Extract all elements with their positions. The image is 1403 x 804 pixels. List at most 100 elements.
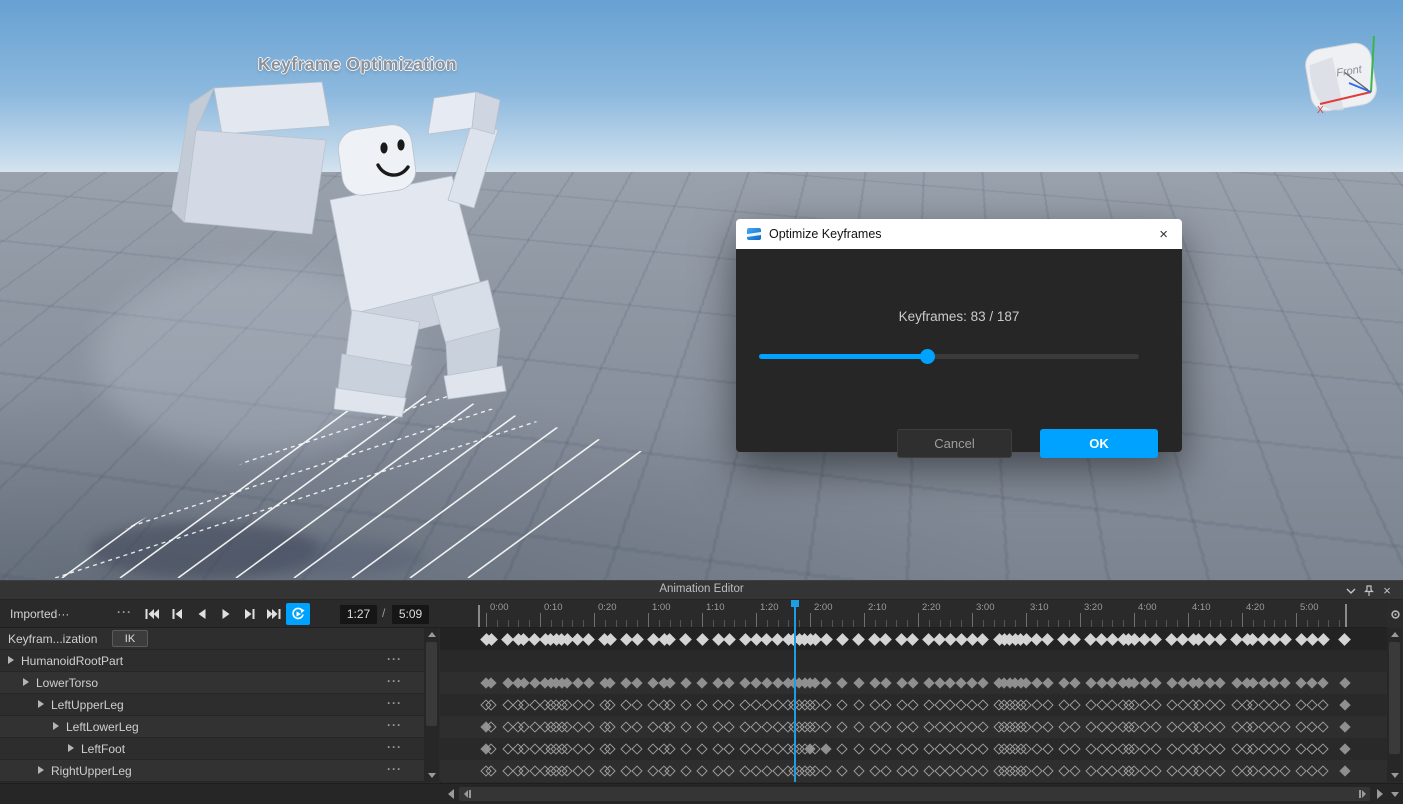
keyframe-diamond[interactable]	[723, 721, 734, 732]
keyframe-diamond[interactable]	[1042, 677, 1053, 688]
keyframe-diamond[interactable]	[761, 765, 772, 776]
keyframe-diamond[interactable]	[977, 677, 988, 688]
keyframe-diamond[interactable]	[583, 721, 594, 732]
keyframe-diamond[interactable]	[1339, 765, 1350, 776]
expand-arrow-icon[interactable]	[38, 700, 44, 708]
keyframe-diamond[interactable]	[713, 699, 724, 710]
keyframe-diamond[interactable]	[906, 633, 919, 646]
keyframe-diamond[interactable]	[1317, 743, 1328, 754]
keyframe-diamond[interactable]	[869, 699, 880, 710]
keyframe-diamond[interactable]	[696, 633, 709, 646]
timeline-scrollbar-horizontal[interactable]	[0, 783, 1403, 804]
keyframe-diamond[interactable]	[923, 743, 934, 754]
keyframe-diamond[interactable]	[723, 743, 734, 754]
keyframe-diamond[interactable]	[821, 743, 832, 754]
keyframe-diamond[interactable]	[632, 699, 643, 710]
keyframe-diamond[interactable]	[907, 765, 918, 776]
keyframe-diamond[interactable]	[1085, 699, 1096, 710]
hscroll-thumb[interactable]	[459, 787, 1370, 801]
keyframe-diamond[interactable]	[632, 677, 643, 688]
track-menu-button[interactable]: ···	[387, 762, 402, 776]
keyframe-diamond[interactable]	[880, 677, 891, 688]
keyframe-diamond[interactable]	[1042, 721, 1053, 732]
keyframe-diamond[interactable]	[582, 633, 595, 646]
keyframe-diamond[interactable]	[1150, 699, 1161, 710]
keyframe-diamond[interactable]	[750, 743, 761, 754]
keyframe-diamond[interactable]	[1280, 677, 1291, 688]
keyframe-diamond[interactable]	[723, 765, 734, 776]
keyframe-diamond[interactable]	[761, 743, 772, 754]
timeline-ruler[interactable]: 0:000:100:201:001:101:202:002:102:203:00…	[440, 600, 1387, 628]
keyframe-diamond[interactable]	[869, 677, 880, 688]
keyframe-diamond[interactable]	[1139, 765, 1150, 776]
keyframe-diamond[interactable]	[761, 721, 772, 732]
tracklist-scroll-thumb[interactable]	[426, 642, 437, 726]
keyframe-diamond[interactable]	[740, 743, 751, 754]
keyframe-diamond[interactable]	[1339, 699, 1350, 710]
tracklist-scroll-up-icon[interactable]	[424, 628, 439, 641]
keyframe-diamond[interactable]	[583, 743, 594, 754]
keyframe-diamond[interactable]	[1317, 677, 1328, 688]
ik-button[interactable]: IK	[112, 630, 148, 647]
keyframe-diamond[interactable]	[1307, 765, 1318, 776]
keyframe-lane-LeftLowerLeg[interactable]	[440, 716, 1387, 739]
keyframe-diamond[interactable]	[680, 765, 691, 776]
keyframe-diamond[interactable]	[1058, 699, 1069, 710]
keyframe-diamond[interactable]	[713, 677, 724, 688]
keyframe-lane-LeftUpperLeg[interactable]	[440, 694, 1387, 717]
timeline-scrollbar-vertical[interactable]	[1387, 628, 1402, 782]
keyframe-diamond[interactable]	[750, 677, 761, 688]
keyframe-diamond[interactable]	[1139, 677, 1150, 688]
keyframe-diamond[interactable]	[1339, 677, 1350, 688]
keyframe-diamond[interactable]	[956, 677, 967, 688]
slider-thumb[interactable]	[920, 349, 935, 364]
keyframe-diamond[interactable]	[1317, 633, 1330, 646]
keyframe-diamond[interactable]	[1058, 743, 1069, 754]
keyframe-diamond[interactable]	[1307, 677, 1318, 688]
timeline-scroll-thumb[interactable]	[1389, 642, 1400, 754]
keyframe-diamond[interactable]	[821, 699, 832, 710]
play-reverse-button[interactable]	[190, 603, 214, 625]
corner-scroll-down-icon[interactable]	[1387, 786, 1403, 802]
cancel-button[interactable]: Cancel	[897, 429, 1012, 458]
playhead-line[interactable]	[794, 605, 796, 782]
keyframe-diamond[interactable]	[1317, 721, 1328, 732]
clip-menu-button[interactable]: ···	[117, 605, 132, 619]
track-row-LeftUpperLeg[interactable]: LeftUpperLeg···	[0, 694, 424, 716]
keyframe-diamond[interactable]	[680, 743, 691, 754]
keyframe-diamond[interactable]	[740, 721, 751, 732]
keyframe-diamond[interactable]	[1085, 743, 1096, 754]
keyframe-diamond[interactable]	[837, 677, 848, 688]
keyframe-diamond[interactable]	[907, 677, 918, 688]
keyframe-diamond[interactable]	[1150, 677, 1161, 688]
keyframe-lane-HumanoidRootPart[interactable]	[440, 650, 1387, 673]
keyframe-diamond[interactable]	[966, 743, 977, 754]
keyframe-diamond[interactable]	[821, 721, 832, 732]
keyframe-diamond[interactable]	[853, 765, 864, 776]
panel-close-icon[interactable]: ×	[1379, 583, 1395, 598]
timeline-scroll-up-icon[interactable]	[1387, 628, 1402, 641]
keyframe-diamond[interactable]	[713, 721, 724, 732]
keyframe-diamond[interactable]	[956, 699, 967, 710]
keyframe-diamond[interactable]	[696, 677, 707, 688]
keyframe-diamond[interactable]	[977, 743, 988, 754]
track-row-LowerTorso[interactable]: LowerTorso···	[0, 672, 424, 694]
keyframe-diamond[interactable]	[572, 677, 583, 688]
keyframe-diamond[interactable]	[740, 677, 751, 688]
keyframe-diamond[interactable]	[853, 743, 864, 754]
expand-arrow-icon[interactable]	[53, 722, 59, 730]
keyframe-diamond[interactable]	[880, 765, 891, 776]
keyframe-diamond[interactable]	[1069, 765, 1080, 776]
keyframe-diamond[interactable]	[750, 721, 761, 732]
keyframe-diamond[interactable]	[907, 699, 918, 710]
keyframe-diamond[interactable]	[750, 699, 761, 710]
keyframe-diamond[interactable]	[956, 743, 967, 754]
keyframe-diamond[interactable]	[837, 743, 848, 754]
track-menu-button[interactable]: ···	[387, 696, 402, 710]
hscroll-left-arrow-icon[interactable]	[443, 786, 459, 802]
keyframe-diamond[interactable]	[1214, 633, 1227, 646]
loop-toggle-button[interactable]	[286, 603, 310, 625]
keyframe-diamond[interactable]	[896, 699, 907, 710]
keyframe-diamond[interactable]	[956, 765, 967, 776]
keyframe-diamond[interactable]	[1042, 765, 1053, 776]
